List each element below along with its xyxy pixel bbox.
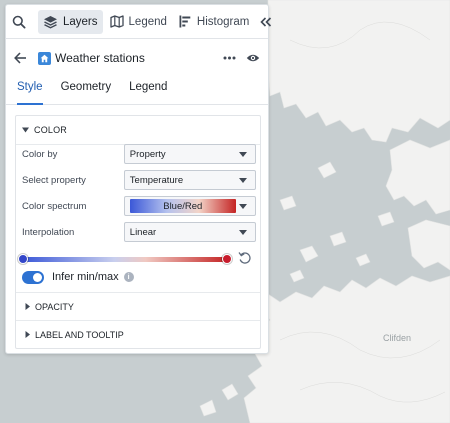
layer-actions (223, 53, 260, 63)
collapse-panel-button[interactable] (256, 16, 276, 27)
color-spectrum-row: Color spectrum Blue/Red (22, 196, 256, 216)
spectrum-value: Blue/Red (163, 200, 203, 212)
property-value: Temperature (129, 174, 184, 186)
interpolation-select[interactable]: Linear (123, 222, 256, 242)
info-icon[interactable]: i (123, 272, 134, 282)
map-place-label: Clifden (383, 333, 412, 343)
spectrum-swatch: Blue/Red (129, 199, 236, 213)
layer-title: Weather stations (55, 51, 145, 65)
tab-layers[interactable]: Layers (38, 9, 103, 34)
infer-min-max-row: Infer min/max i (22, 269, 134, 285)
caret-down-icon (239, 178, 247, 183)
interpolation-label: Interpolation (22, 226, 75, 238)
opacity-section-header[interactable]: OPACITY (16, 292, 260, 320)
caret-down-icon (239, 152, 247, 157)
arrow-left-icon (14, 52, 26, 64)
color-by-label: Color by (22, 148, 58, 160)
label-tooltip-section-header[interactable]: LABEL AND TOOLTIP (16, 320, 260, 348)
color-by-select[interactable]: Property (123, 144, 256, 164)
color-section-title: COLOR (34, 125, 68, 135)
tab-legend[interactable]: Legend (105, 10, 172, 34)
home-icon (40, 54, 49, 62)
tab-style[interactable]: Style (17, 77, 43, 105)
back-button[interactable] (14, 52, 32, 64)
select-property-label: Select property (22, 174, 86, 186)
panel-toolbar: Layers Legend Histogram (6, 5, 272, 39)
select-property-row: Select property Temperature (22, 170, 256, 190)
reset-icon (238, 252, 251, 264)
layers-icon (44, 15, 57, 28)
style-settings: COLOR Color by Property Select property … (15, 115, 261, 349)
tab-geometry[interactable]: Geometry (61, 77, 112, 105)
label-tooltip-section-title: LABEL AND TOOLTIP (35, 329, 124, 340)
slider-track (22, 257, 228, 262)
caret-down-icon (239, 204, 247, 209)
caret-right-icon (25, 303, 30, 310)
tab-layers-label: Layers (63, 15, 98, 28)
interpolation-row: Interpolation Linear (22, 222, 256, 242)
color-by-row: Color by Property (22, 144, 256, 164)
caret-down-icon (239, 230, 247, 235)
reset-range-button[interactable] (238, 251, 252, 268)
search-button[interactable] (12, 11, 26, 33)
color-by-value: Property (129, 148, 166, 160)
double-chevron-left-icon (260, 16, 272, 27)
tab-legend-settings[interactable]: Legend (129, 77, 167, 105)
layers-panel: Layers Legend Histogram Weather stations… (5, 4, 272, 354)
infer-min-max-toggle[interactable] (22, 270, 44, 284)
opacity-section-title: OPACITY (35, 301, 74, 312)
map-icon (109, 15, 124, 28)
histogram-icon (179, 15, 191, 28)
layer-type-icon (38, 51, 51, 65)
style-tabs: Style Geometry Legend (6, 77, 268, 105)
slider-min-handle[interactable] (18, 254, 28, 264)
more-icon[interactable] (223, 56, 236, 60)
color-spectrum-label: Color spectrum (22, 200, 87, 212)
search-icon (12, 15, 26, 29)
color-section-header[interactable]: COLOR (16, 116, 260, 144)
min-max-slider[interactable] (18, 253, 232, 265)
layer-header: Weather stations (6, 39, 268, 77)
color-spectrum-select[interactable]: Blue/Red (123, 196, 256, 216)
eye-icon[interactable] (246, 53, 260, 63)
property-select[interactable]: Temperature (123, 170, 256, 190)
infer-min-max-label: Infer min/max (52, 271, 119, 283)
caret-down-icon (22, 127, 29, 133)
tab-legend-label: Legend (128, 15, 167, 28)
interpolation-value: Linear (129, 226, 157, 238)
caret-right-icon (25, 331, 30, 338)
tab-histogram-label: Histogram (196, 15, 250, 28)
tab-histogram[interactable]: Histogram (174, 10, 254, 34)
slider-max-handle[interactable] (222, 254, 232, 264)
